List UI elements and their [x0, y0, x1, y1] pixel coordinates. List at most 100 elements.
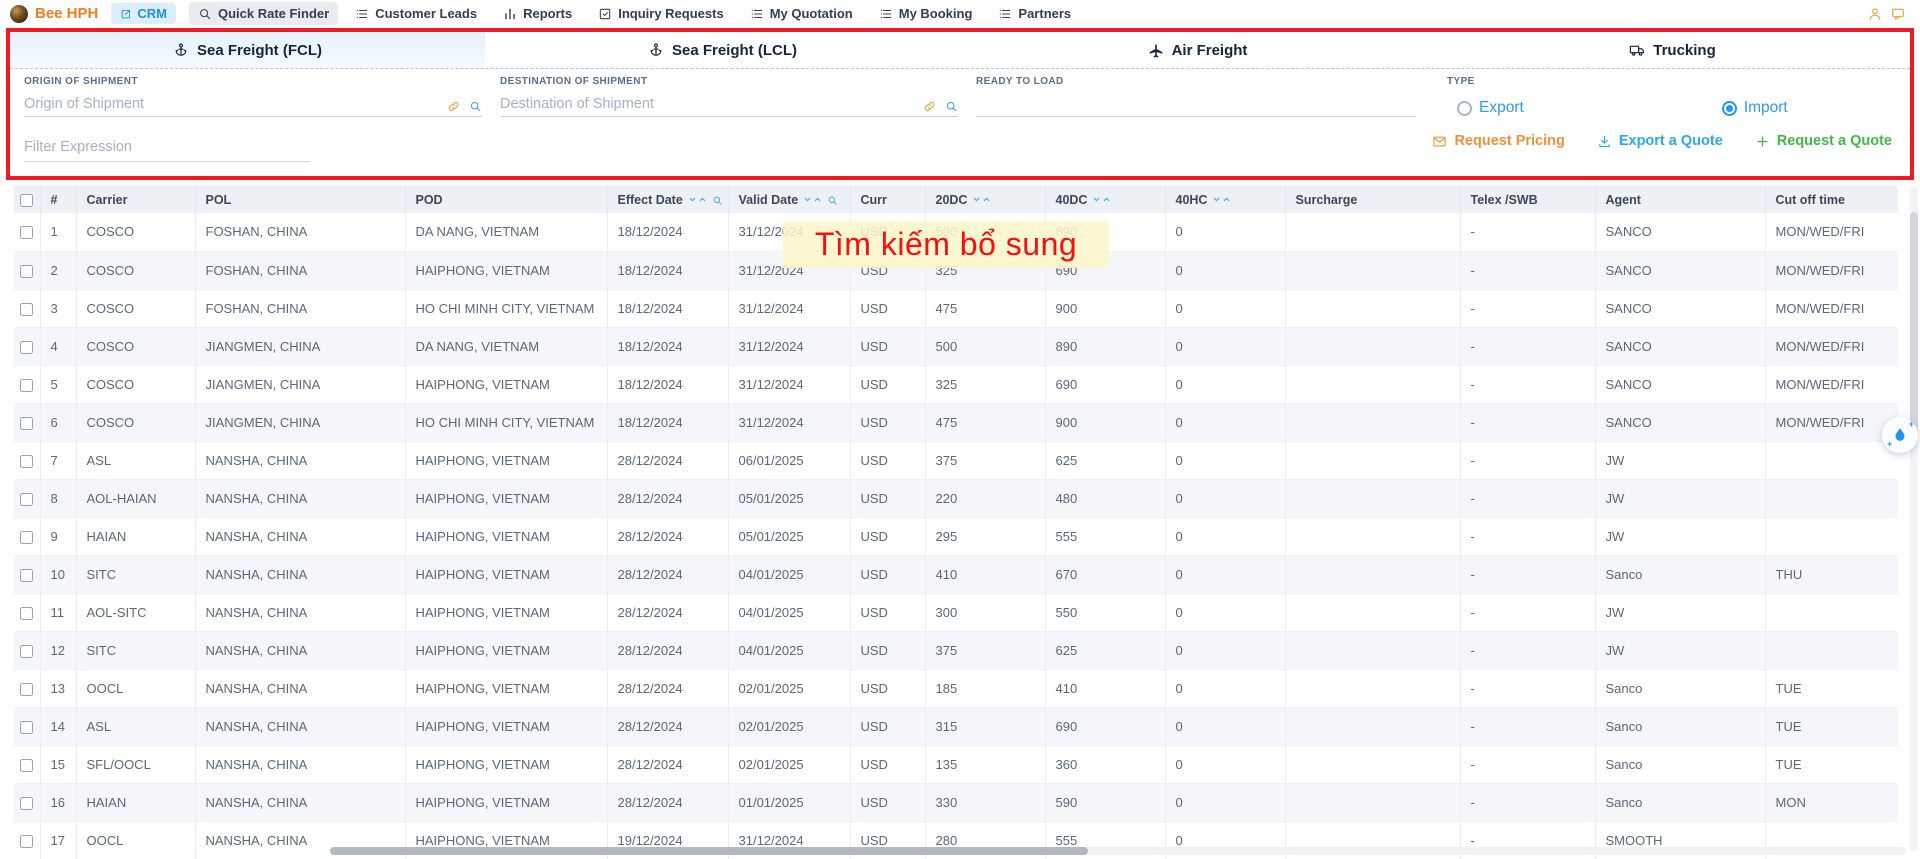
row-checkbox[interactable]	[20, 455, 33, 468]
row-checkbox[interactable]	[20, 797, 33, 810]
type-label: TYPE	[1447, 76, 1897, 87]
row-checkbox[interactable]	[20, 683, 33, 696]
table-row: 9HAIANNANSHA, CHINAHAIPHONG, VIETNAM28/1…	[14, 517, 1898, 555]
table-cell	[1285, 745, 1460, 783]
type-radio-export[interactable]: Export	[1457, 99, 1524, 117]
filter-expression-input[interactable]	[24, 135, 310, 162]
sort-icons[interactable]	[1092, 195, 1111, 204]
tab-label: Air Freight	[1172, 42, 1248, 59]
row-checkbox[interactable]	[20, 569, 33, 582]
vertical-scrollbar-thumb[interactable]	[1910, 212, 1918, 442]
request-pricing-button[interactable]: Request Pricing	[1432, 133, 1564, 149]
sort-icons[interactable]	[688, 195, 707, 204]
table-cell	[1285, 441, 1460, 479]
person-icon[interactable]	[1867, 6, 1883, 22]
ready-to-load-input[interactable]	[976, 94, 1416, 117]
nav-item-partners[interactable]: Partners	[989, 2, 1080, 25]
type-radio-import[interactable]: Import	[1722, 99, 1788, 117]
table-cell: HAIPHONG, VIETNAM	[405, 631, 607, 669]
truck-icon	[1629, 42, 1645, 58]
col-header-40hc[interactable]: 40HC	[1165, 186, 1285, 213]
column-search-icon[interactable]	[712, 193, 723, 207]
table-cell: 28/12/2024	[607, 517, 728, 555]
table-cell: OOCL	[76, 821, 195, 859]
list-icon	[750, 7, 764, 21]
nav-item-quick-rate-finder[interactable]: Quick Rate Finder	[189, 2, 338, 25]
table-cell: 18/12/2024	[607, 403, 728, 441]
brand[interactable]: Bee HPH	[10, 5, 98, 23]
row-checkbox[interactable]	[20, 417, 33, 430]
table-row: 13OOCLNANSHA, CHINAHAIPHONG, VIETNAM28/1…	[14, 669, 1898, 707]
vertical-scrollbar[interactable]	[1910, 186, 1918, 851]
row-checkbox[interactable]	[20, 226, 33, 239]
row-checkbox[interactable]	[20, 645, 33, 658]
top-nav: Bee HPH CRM Quick Rate Finder Customer L…	[0, 0, 1920, 27]
table-cell: 18/12/2024	[607, 327, 728, 365]
col-header-20dc[interactable]: 20DC	[925, 186, 1045, 213]
table-cell: 375	[925, 631, 1045, 669]
link-icon[interactable]	[447, 100, 460, 113]
assistant-float-button[interactable]: + +	[1882, 417, 1918, 453]
export-a-quote-button[interactable]: Export a Quote	[1597, 133, 1723, 149]
col-header-valid-date[interactable]: Valid Date	[728, 186, 850, 213]
col-header-pod: POD	[405, 186, 607, 213]
horizontal-scrollbar[interactable]	[330, 847, 1906, 855]
row-checkbox[interactable]	[20, 835, 33, 848]
col-header-40dc[interactable]: 40DC	[1045, 186, 1165, 213]
chat-icon[interactable]	[1890, 6, 1906, 22]
table-cell: 10	[40, 555, 76, 593]
row-checkbox[interactable]	[20, 759, 33, 772]
table-cell: 31/12/2024	[728, 365, 850, 403]
row-checkbox[interactable]	[20, 531, 33, 544]
sort-icons[interactable]	[972, 195, 991, 204]
tab-air-freight[interactable]: Air Freight	[960, 32, 1435, 68]
origin-search-icon[interactable]	[469, 100, 482, 113]
col-header-effect-date[interactable]: Effect Date	[607, 186, 728, 213]
chevup-icon	[982, 195, 991, 204]
table-cell: SANCO	[1595, 403, 1765, 441]
table-row: 11AOL-SITCNANSHA, CHINAHAIPHONG, VIETNAM…	[14, 593, 1898, 631]
tab-trucking[interactable]: Trucking	[1435, 32, 1910, 68]
sort-icons[interactable]	[1212, 195, 1231, 204]
nav-item-inquiry-requests[interactable]: Inquiry Requests	[589, 2, 732, 25]
table-cell: JIANGMEN, CHINA	[195, 327, 405, 365]
table-cell: USD	[850, 365, 925, 403]
table-cell	[1285, 517, 1460, 555]
nav-item-reports[interactable]: Reports	[494, 2, 581, 25]
table-cell: 8	[40, 479, 76, 517]
select-all-checkbox[interactable]	[20, 194, 33, 207]
destination-input[interactable]	[500, 94, 958, 117]
col-header-label: Surcharge	[1296, 193, 1358, 207]
row-checkbox[interactable]	[20, 721, 33, 734]
row-checkbox[interactable]	[20, 379, 33, 392]
table-cell: 625	[1045, 441, 1165, 479]
sort-icons[interactable]	[803, 195, 822, 204]
table-cell: 900	[1045, 403, 1165, 441]
request-a-quote-button[interactable]: Request a Quote	[1755, 133, 1892, 149]
nav-item-customer-leads[interactable]: Customer Leads	[346, 2, 486, 25]
table-cell	[1285, 631, 1460, 669]
crm-link[interactable]: CRM	[111, 3, 176, 24]
row-checkbox[interactable]	[20, 265, 33, 278]
row-checkbox[interactable]	[20, 341, 33, 354]
table-cell: Sanco	[1595, 555, 1765, 593]
column-search-icon[interactable]	[827, 193, 838, 207]
nav-item-label: Customer Leads	[375, 6, 477, 21]
row-checkbox[interactable]	[20, 607, 33, 620]
table-cell: 0	[1165, 251, 1285, 289]
table-cell: 375	[925, 441, 1045, 479]
nav-item-my-booking[interactable]: My Booking	[870, 2, 982, 25]
origin-input[interactable]	[24, 94, 482, 117]
horizontal-scrollbar-thumb[interactable]	[330, 847, 1088, 855]
chevup-icon	[813, 195, 822, 204]
row-checkbox[interactable]	[20, 493, 33, 506]
tab-sea-freight-lcl[interactable]: Sea Freight (LCL)	[485, 32, 960, 68]
destination-search-icon[interactable]	[945, 100, 958, 113]
link-icon[interactable]	[923, 100, 936, 113]
tab-sea-freight-fcl[interactable]: Sea Freight (FCL)	[10, 32, 485, 68]
search-icon	[198, 7, 212, 21]
table-cell: 0	[1165, 555, 1285, 593]
nav-item-my-quotation[interactable]: My Quotation	[741, 2, 862, 25]
col-header-label: Agent	[1606, 193, 1641, 207]
row-checkbox[interactable]	[20, 303, 33, 316]
